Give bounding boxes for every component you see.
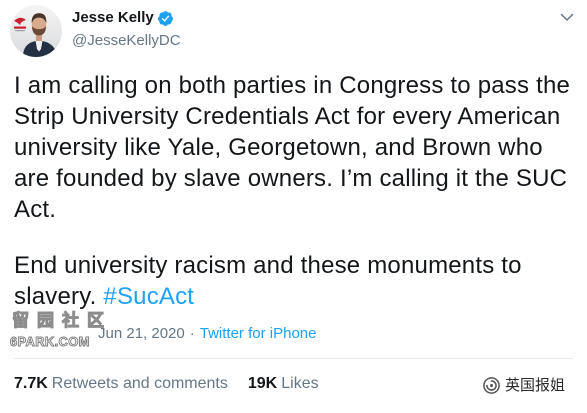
tweet-paragraph: I am calling on both parties in Congress… (14, 70, 570, 225)
tweet-paragraph: End university racism and these monument… (14, 250, 570, 312)
likes-stat[interactable]: 19K Likes (248, 374, 319, 394)
tweet-text-line: Strip University Credentials Act for eve… (14, 103, 561, 130)
likes-count[interactable]: 19K (248, 375, 277, 392)
wechat-account-name: 英国报姐 (505, 377, 566, 394)
author-name-row: Jesse Kelly (72, 8, 174, 28)
tweet-text: I am calling on both parties in Congress… (14, 70, 570, 312)
wechat-official-account-icon (482, 376, 501, 395)
tweet-text-line: End university racism and these monument… (14, 252, 522, 279)
username-handle[interactable]: @JesseKellyDC (72, 31, 181, 51)
tweet-text-line: are founded by slave owners. I’m calling… (14, 165, 568, 192)
retweets-stat[interactable]: 7.7K Retweets and comments (14, 374, 228, 394)
tweet-stats: 7.7K Retweets and comments 19K Likes (14, 374, 319, 394)
wechat-watermark: 英国报姐 (482, 376, 565, 395)
tweet-meta: Jun 21, 2020 · Twitter for iPhone (98, 324, 316, 344)
verified-badge-icon (157, 10, 174, 27)
tweet-text-fragment: slavery. (14, 283, 97, 310)
divider (14, 358, 573, 359)
tweet-text-line: I am calling on both parties in Congress… (14, 72, 571, 99)
tweet-card: Jesse Kelly @JesseKellyDC I am calling o… (0, 0, 587, 413)
tweet-text-line: university like Yale, Georgetown, and Br… (14, 134, 543, 161)
tweet-text-line: Act. (14, 196, 57, 223)
avatar[interactable] (10, 5, 62, 57)
chevron-down-icon[interactable] (559, 9, 575, 25)
likes-label[interactable]: Likes (281, 375, 318, 392)
retweets-count[interactable]: 7.7K (14, 375, 48, 392)
watermark-forum-name: 留园社区 (12, 311, 112, 331)
display-name[interactable]: Jesse Kelly (72, 8, 154, 28)
meta-separator: · (189, 325, 195, 342)
retweets-label[interactable]: Retweets and comments (52, 375, 228, 392)
tweet-text-line: slavery. #SucAct (14, 281, 570, 312)
hashtag-link[interactable]: #SucAct (103, 283, 194, 310)
avatar-image[interactable] (10, 5, 62, 57)
watermark-forum-site: 6PARK.COM (10, 334, 90, 350)
source-link[interactable]: Twitter for iPhone (200, 325, 317, 342)
